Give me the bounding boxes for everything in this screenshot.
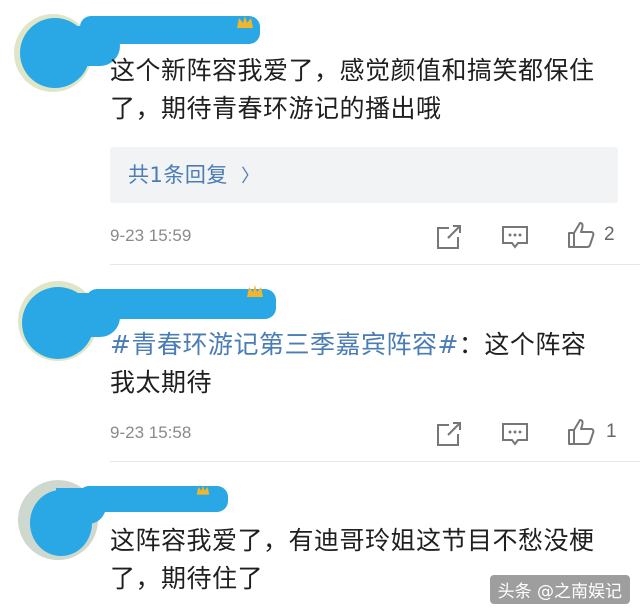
- comment-timestamp: 9-23 15:58: [110, 423, 192, 442]
- crown-badge-icon: [247, 285, 263, 297]
- crown-badge-icon: [196, 485, 210, 495]
- crown-badge-icon: [237, 16, 253, 28]
- view-replies-link[interactable]: 共1条回复 〉: [128, 159, 260, 189]
- comment-text: 这个新阵容我爱了，感觉颜值和搞笑都保住了，期待青春环游记的播出哦: [110, 56, 595, 123]
- like-count: 1: [606, 421, 617, 442]
- comment-timestamp: 9-23 15:59: [110, 226, 192, 245]
- share-icon[interactable]: [434, 222, 464, 252]
- comment-item: 这个新阵容我爱了，感觉颜值和搞笑都保住了，期待青春环游记的播出哦 共1条回复 〉…: [0, 0, 640, 265]
- comment-item: #青春环游记第三季嘉宾阵容#：这个阵容我太期待 9-23 15:58 1: [0, 265, 640, 462]
- share-icon[interactable]: [434, 419, 464, 449]
- like-count: 2: [604, 224, 615, 245]
- comment-text: #青春环游记第三季嘉宾阵容#：这个阵容我太期待: [110, 326, 610, 402]
- thumbs-up-icon[interactable]: [566, 220, 596, 250]
- reply-summary[interactable]: 共1条回复 〉: [110, 147, 618, 203]
- comment-icon[interactable]: [500, 222, 530, 252]
- chevron-right-icon: 〉: [241, 166, 260, 187]
- reply-count-label: 共1条回复: [128, 163, 228, 187]
- thumbs-up-icon[interactable]: [566, 417, 596, 447]
- source-watermark: 头条 @之南娱记: [489, 575, 630, 604]
- hashtag-topic-link[interactable]: #青春环游记第三季嘉宾阵容#: [110, 330, 459, 359]
- comment-icon[interactable]: [500, 419, 530, 449]
- username[interactable]: [80, 16, 260, 44]
